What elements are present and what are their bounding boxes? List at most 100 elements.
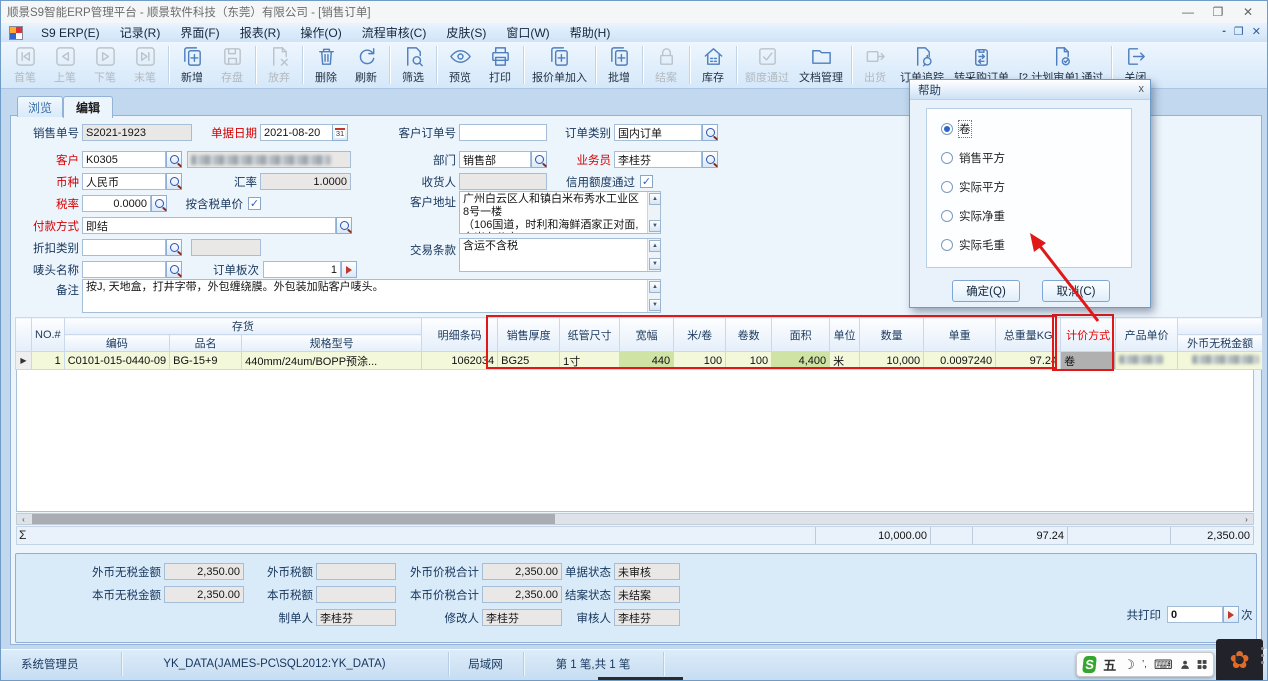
radio-icon[interactable]: [941, 239, 953, 251]
radio-icon[interactable]: [941, 152, 953, 164]
cell-3[interactable]: 440mm/24um/BOPP预涂...: [242, 352, 422, 370]
toolbar-button-13[interactable]: 批增: [599, 44, 639, 86]
close-icon[interactable]: ✕: [1233, 5, 1263, 19]
menu-item-0[interactable]: S9 ERP(E): [31, 26, 110, 40]
maximize-icon[interactable]: ❐: [1203, 5, 1233, 19]
salesman-lookup-button[interactable]: [702, 151, 718, 168]
cell-17[interactable]: [1178, 352, 1263, 370]
menu-item-5[interactable]: 流程审核(C): [352, 26, 437, 40]
scroll-left-icon[interactable]: ‹: [17, 514, 30, 524]
calendar-button[interactable]: 31: [332, 124, 348, 141]
scrollbar-thumb[interactable]: [32, 514, 555, 524]
column-header-1[interactable]: 编码: [64, 335, 169, 352]
tab-browse[interactable]: 浏览: [17, 96, 63, 117]
toolbar-button-4[interactable]: 新增: [172, 44, 212, 86]
person-icon[interactable]: [1180, 658, 1190, 671]
address-scrollbar[interactable]: ▲ ▼: [647, 192, 660, 233]
currency-field[interactable]: 人民币: [82, 173, 166, 190]
radio-icon[interactable]: [941, 181, 953, 193]
cell-2[interactable]: BG-15+9: [170, 352, 242, 370]
pricing-option-4[interactable]: 实际毛重: [941, 237, 1005, 253]
ime-toolbar[interactable]: S 五 ☽ ’, ⌨: [1076, 652, 1214, 677]
remark-field[interactable]: 按J, 天地盒，打井字带，外包缠绕膜。外包装加贴客户唛头。: [82, 279, 661, 313]
tray-app-icon[interactable]: ✿: [1216, 639, 1263, 681]
menu-item-6[interactable]: 皮肤(S): [436, 26, 496, 40]
tab-edit[interactable]: 编辑: [63, 96, 113, 118]
menu-item-1[interactable]: 记录(R): [110, 26, 171, 40]
toolbar-button-7[interactable]: 删除: [306, 44, 346, 86]
cancel-button[interactable]: 取消(C): [1042, 280, 1110, 302]
column-header-3[interactable]: 规格型号: [242, 335, 422, 352]
customer-address-field[interactable]: 广州白云区人和镇白米布秀水工业区8号一楼 （106国道，时利和海鲜酒家正对面, …: [459, 191, 661, 234]
toolbar-button-8[interactable]: 刷新: [346, 44, 386, 86]
menu-item-3[interactable]: 报表(R): [230, 26, 291, 40]
scroll-down-icon[interactable]: ▼: [649, 258, 661, 270]
payment-lookup-button[interactable]: [336, 217, 352, 234]
credit-passed-checkbox[interactable]: [640, 175, 653, 188]
customer-lookup-button[interactable]: [166, 151, 182, 168]
ime-mode-icon[interactable]: 五: [1103, 655, 1116, 674]
scroll-up-icon[interactable]: ▲: [649, 240, 661, 252]
customer-po-field[interactable]: [459, 124, 547, 141]
mdi-minimize-icon[interactable]: -: [1222, 25, 1226, 38]
discount-type-lookup-button[interactable]: [166, 239, 182, 256]
print-count-field[interactable]: 0: [1167, 606, 1223, 623]
radio-icon[interactable]: [941, 123, 953, 135]
salesman-field[interactable]: 李桂芬: [614, 151, 702, 168]
column-group-inventory[interactable]: 存货: [64, 318, 421, 335]
department-field[interactable]: 销售部: [459, 151, 531, 168]
order-edition-spinner[interactable]: [341, 261, 357, 278]
mark-name-lookup-button[interactable]: [166, 261, 182, 278]
mdi-close-icon[interactable]: ✕: [1252, 25, 1261, 38]
pricing-option-0[interactable]: 卷: [941, 121, 971, 137]
department-lookup-button[interactable]: [531, 151, 547, 168]
toolbar-button-11[interactable]: 打印: [480, 44, 520, 86]
menu-item-4[interactable]: 操作(O): [290, 26, 351, 40]
order-category-field[interactable]: 国内订单: [614, 124, 702, 141]
moon-icon[interactable]: ☽: [1123, 657, 1135, 673]
column-header-17[interactable]: 外币无税金额: [1178, 335, 1263, 352]
tax-rate-lookup-button[interactable]: [151, 195, 167, 212]
toolbar-button-15[interactable]: 库存: [693, 44, 733, 86]
pricing-option-3[interactable]: 实际净重: [941, 208, 1005, 224]
tools-grid-icon[interactable]: [1197, 658, 1207, 671]
ok-button[interactable]: 确定(Q): [952, 280, 1020, 302]
pricing-option-2[interactable]: 实际平方: [941, 179, 1005, 195]
payment-field[interactable]: 即结: [82, 217, 336, 234]
radio-icon[interactable]: [941, 210, 953, 222]
cell-16[interactable]: [1116, 352, 1178, 370]
menu-item-2[interactable]: 界面(F): [170, 26, 229, 40]
order-category-lookup-button[interactable]: [702, 124, 718, 141]
toolbar-button-12[interactable]: 报价单加入: [527, 44, 592, 86]
trade-terms-field[interactable]: 含运不含税: [459, 238, 661, 272]
tax-included-checkbox[interactable]: [248, 197, 261, 210]
scroll-right-icon[interactable]: ›: [1240, 514, 1253, 524]
discount-type-field[interactable]: [82, 239, 166, 256]
column-header-2[interactable]: 品名: [170, 335, 242, 352]
remark-scrollbar[interactable]: ▲ ▼: [647, 280, 660, 312]
mark-name-field[interactable]: [82, 261, 166, 278]
cell-0[interactable]: 1: [32, 352, 65, 370]
keyboard-icon[interactable]: ⌨: [1154, 657, 1173, 673]
scroll-up-icon[interactable]: ▲: [649, 193, 661, 205]
toolbar-button-10[interactable]: 预览: [440, 44, 480, 86]
customer-field[interactable]: K0305: [82, 151, 166, 168]
order-edition-field[interactable]: 1: [263, 261, 341, 278]
trade-terms-scrollbar[interactable]: ▲ ▼: [647, 239, 660, 271]
ime-logo-icon[interactable]: S: [1082, 656, 1097, 673]
currency-lookup-button[interactable]: [166, 173, 182, 190]
toolbar-button-17[interactable]: 文档管理: [794, 44, 848, 86]
grid-horizontal-scrollbar[interactable]: ‹ ›: [16, 513, 1254, 525]
column-header-16[interactable]: 产品单价: [1116, 318, 1178, 352]
tax-rate-field[interactable]: 0.0000: [82, 195, 151, 212]
cell-1[interactable]: C0101-015-0440-09: [64, 352, 169, 370]
column-header-0[interactable]: NO.#: [32, 318, 65, 352]
pricing-option-1[interactable]: 销售平方: [941, 150, 1005, 166]
menu-item-8[interactable]: 帮助(H): [560, 26, 621, 40]
punctuation-icon[interactable]: ’,: [1142, 659, 1147, 670]
mdi-restore-icon[interactable]: ❐: [1234, 25, 1244, 38]
scroll-down-icon[interactable]: ▼: [649, 299, 661, 311]
menu-item-7[interactable]: 窗口(W): [496, 26, 559, 40]
dialog-close-icon[interactable]: x: [1139, 83, 1145, 95]
scroll-up-icon[interactable]: ▲: [649, 281, 661, 293]
